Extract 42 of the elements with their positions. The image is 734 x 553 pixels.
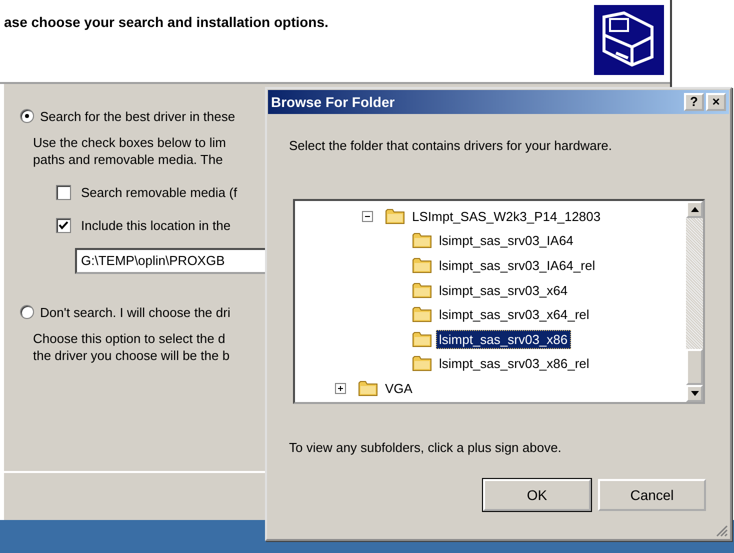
scroll-thumb[interactable] <box>686 349 703 385</box>
tree-item[interactable]: lsimpt_sas_srv03_x86_rel <box>436 354 592 374</box>
tree-item[interactable]: lsimpt_sas_srv03_IA64_rel <box>436 256 598 275</box>
folder-icon <box>412 330 432 348</box>
checkbox[interactable] <box>56 184 71 200</box>
prompt-text: Select the folder that contains drivers for your hardware. <box>289 138 613 153</box>
tree-item[interactable]: lsimpt_sas_srv03_IA64 <box>436 231 576 250</box>
checkbox[interactable] <box>56 218 71 232</box>
checkbox-label: Search removable media (f <box>81 184 238 200</box>
help-button[interactable]: ? <box>684 93 704 111</box>
option-description: Use the check boxes below to lim paths and removable media. The <box>33 134 226 168</box>
cancel-button[interactable]: Cancel <box>598 479 706 511</box>
scroll-up-icon[interactable] <box>686 201 703 218</box>
expand-icon[interactable] <box>335 382 346 394</box>
resize-grip-icon <box>716 525 728 537</box>
folder-icon <box>385 208 405 225</box>
tree-item[interactable]: VGA <box>382 378 416 398</box>
folder-icon <box>412 282 432 299</box>
hardware-icon <box>594 5 664 75</box>
ok-button[interactable]: OK <box>483 479 591 511</box>
option-description: Choose this option to select the d the driver you choose will be the b <box>33 330 230 364</box>
collapse-icon[interactable] <box>362 210 373 222</box>
option-label: Search for the best driver in these <box>40 108 236 124</box>
close-button[interactable]: × <box>706 93 726 111</box>
tree-item[interactable]: lsimpt_sas_srv03_x64_rel <box>436 305 592 324</box>
tree-item[interactable]: lsimpt_sas_srv03_x86 <box>436 330 571 349</box>
folder-icon <box>412 256 432 274</box>
window-title: Browse For Folder <box>271 94 395 110</box>
scrollbar[interactable] <box>686 201 703 402</box>
radio-button[interactable] <box>20 109 34 123</box>
option-label: Don't search. I will choose the dri <box>40 304 230 320</box>
hint-text: To view any subfolders, click a plus sign above. <box>289 440 562 455</box>
folder-icon <box>412 232 432 250</box>
tree-item[interactable]: LSImpt_SAS_W2k3_P14_12803 <box>409 206 604 226</box>
folder-icon <box>412 355 432 372</box>
folder-icon <box>358 380 378 397</box>
checkbox-label: Include this location in the <box>81 218 231 232</box>
scroll-down-icon[interactable] <box>686 385 703 402</box>
heading: ase choose your search and installation options. <box>4 14 328 30</box>
folder-icon <box>412 306 432 324</box>
radio-button[interactable] <box>20 305 34 319</box>
tree-item[interactable]: lsimpt_sas_srv03_x64 <box>436 280 571 300</box>
